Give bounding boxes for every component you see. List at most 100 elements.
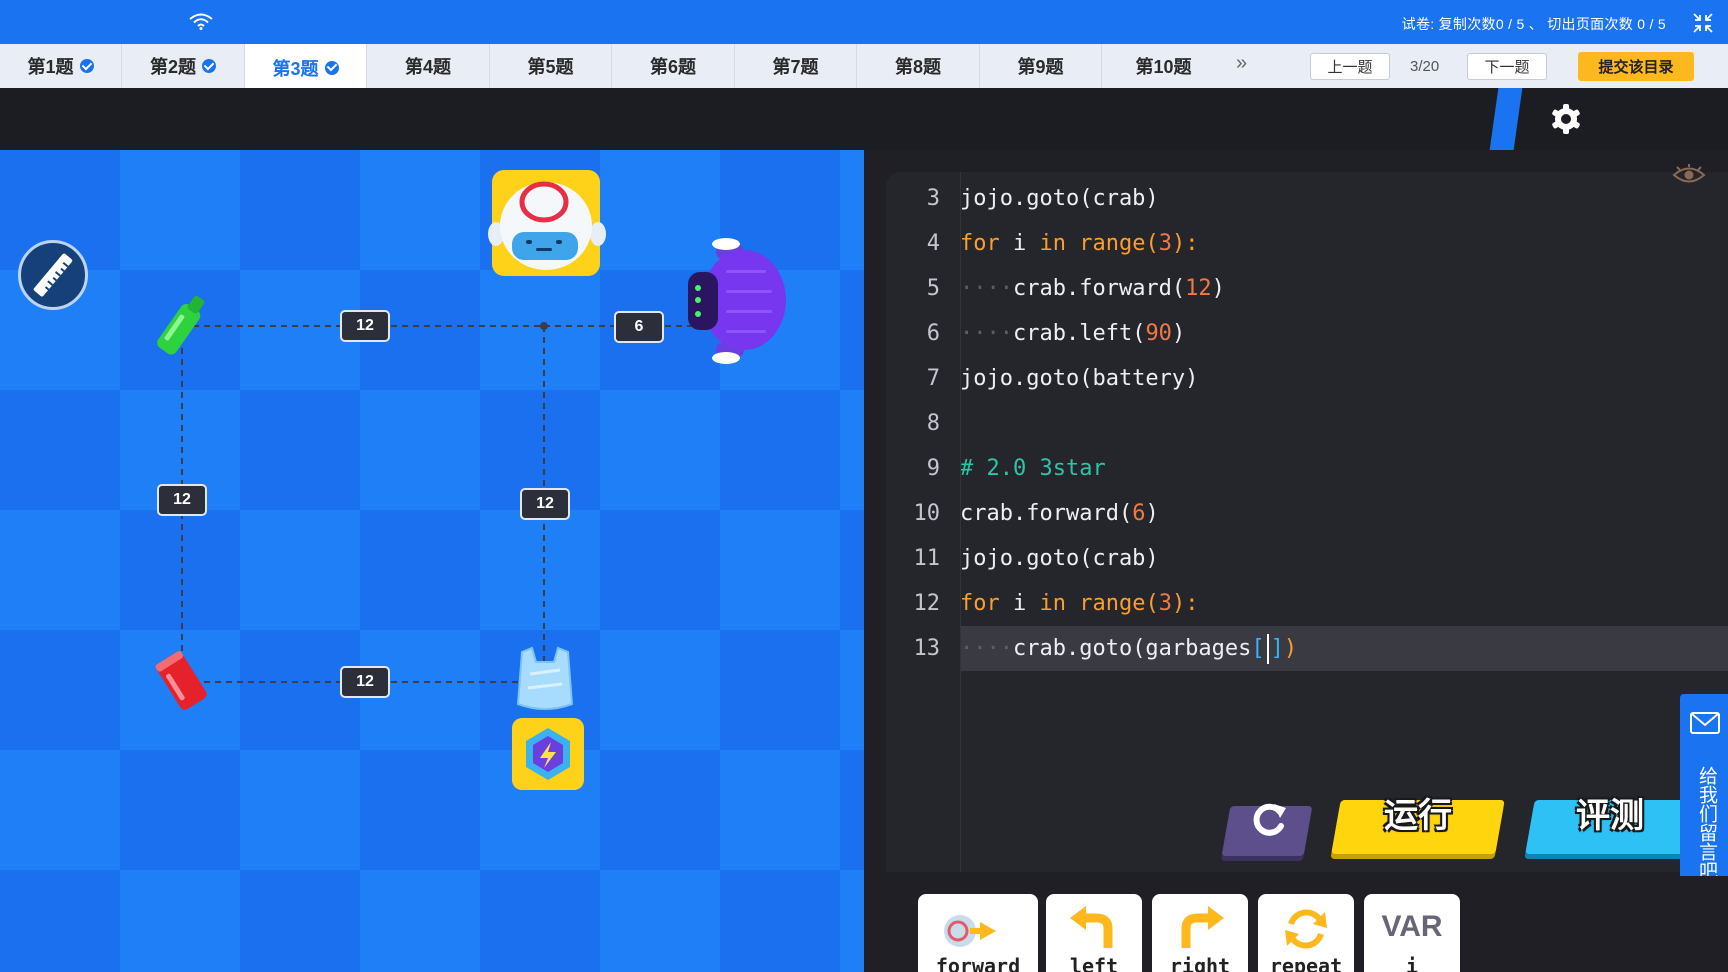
code-editor[interactable]: 3 jojo.goto(crab) 4 for i in range(3): 5… — [886, 172, 1728, 872]
line-number: 11 — [913, 546, 941, 571]
tab-label: 第5题 — [527, 57, 574, 77]
code-text: ····crab.left(90) — [960, 321, 1186, 346]
code-line[interactable]: 7 jojo.goto(battery) — [886, 356, 1728, 401]
code-comment: # 2.0 3star — [960, 456, 1106, 481]
tab-question-10[interactable]: 第10题 — [1102, 44, 1225, 88]
repeat-icon — [1285, 909, 1327, 949]
ruler-button[interactable] — [18, 240, 88, 310]
block-label: forward — [935, 954, 1021, 972]
run-button-label: 运行 — [1384, 797, 1452, 835]
distance-label: 12 — [340, 666, 390, 698]
code-line[interactable]: 12 for i in range(3): — [886, 581, 1728, 626]
tab-question-9[interactable]: 第9题 — [980, 44, 1102, 88]
tab-question-6[interactable]: 第6题 — [612, 44, 735, 88]
block-var[interactable]: VAR i — [1364, 894, 1460, 972]
game-stage: 12 6 12 12 12 — [0, 150, 864, 972]
tab-label: 第1题 — [27, 57, 74, 77]
more-tabs-button[interactable]: » — [1236, 52, 1247, 75]
tab-question-3[interactable]: 第3题 — [245, 44, 367, 91]
code-line[interactable]: 11 jojo.goto(crab) — [886, 536, 1728, 581]
eye-icon[interactable] — [1672, 164, 1706, 186]
tab-question-8[interactable]: 第8题 — [857, 44, 980, 88]
tab-label: 第2题 — [149, 57, 196, 77]
tab-label: 第3题 — [272, 58, 319, 79]
red-can-garbage — [155, 651, 207, 710]
code-text: jojo.goto(crab) — [960, 546, 1159, 571]
line-number: 13 — [913, 636, 941, 661]
block-right[interactable]: right — [1152, 894, 1248, 972]
code-line[interactable]: 4 for i in range(3): — [886, 221, 1728, 266]
code-line[interactable]: 8 — [886, 401, 1728, 446]
code-line[interactable]: 9 # 2.0 3star — [886, 446, 1728, 491]
green-bottle-garbage — [157, 295, 205, 355]
battery-sprite — [512, 718, 584, 790]
forward-icon — [944, 915, 996, 947]
distance-label: 6 — [614, 311, 664, 343]
next-question-button[interactable]: 下一题 — [1467, 53, 1547, 80]
block-repeat[interactable]: repeat — [1258, 894, 1354, 972]
code-text: crab.forward(6) — [960, 501, 1159, 526]
text-caret — [1266, 633, 1269, 664]
tab-label: 第6题 — [649, 57, 696, 77]
block-label: left — [1069, 954, 1119, 972]
block-label: i — [1405, 954, 1419, 972]
feedback-label: 给我们留言吧 — [1696, 766, 1717, 880]
code-line-current[interactable]: 13 ····crab.goto(garbages[]) — [914, 626, 1728, 671]
gear-icon[interactable] — [1550, 103, 1582, 135]
plastic-bag-garbage — [516, 646, 574, 710]
check-icon — [324, 60, 339, 75]
crab-sprite — [688, 238, 786, 364]
tab-label: 第9题 — [1017, 57, 1064, 77]
submit-section-button[interactable]: 提交该目录 — [1578, 52, 1694, 81]
line-number: 5 — [926, 276, 940, 301]
distance-label: 12 — [157, 484, 207, 516]
code-text: jojo.goto(battery) — [960, 366, 1199, 391]
distance-label: 12 — [520, 488, 570, 520]
line-number: 6 — [926, 321, 940, 346]
tab-question-7[interactable]: 第7题 — [735, 44, 857, 88]
reset-icon — [1253, 803, 1286, 836]
mail-icon — [1690, 712, 1720, 734]
code-text: for i in range(3): — [960, 231, 1199, 256]
robot-jojo-sprite — [488, 170, 606, 276]
code-line[interactable]: 10 crab.forward(6) — [886, 491, 1728, 536]
turn-right-icon — [1181, 906, 1224, 948]
line-number: 10 — [913, 501, 941, 526]
line-number: 9 — [926, 456, 940, 481]
line-number: 4 — [926, 231, 940, 256]
gutter-divider — [960, 172, 961, 872]
code-text: jojo.goto(crab) — [960, 186, 1159, 211]
distance-label: 12 — [340, 310, 390, 342]
page-indicator: 3/20 — [1410, 58, 1440, 75]
exam-info-text: 试卷: 复制次数0 / 5 、 切出页面次数 0 / 5 — [1401, 16, 1666, 32]
tab-label: 第8题 — [894, 57, 941, 77]
block-forward[interactable]: forward — [918, 894, 1038, 972]
wifi-icon — [189, 13, 213, 30]
block-label: right — [1169, 954, 1231, 972]
code-text: ····crab.forward(12) — [960, 276, 1225, 301]
judge-button-label: 评测 — [1576, 797, 1644, 835]
tab-question-2[interactable]: 第2题 — [122, 44, 245, 88]
ruler-icon — [33, 253, 73, 297]
line-number: 12 — [913, 591, 941, 616]
toolbar-dark — [0, 88, 1728, 150]
tab-label: 第10题 — [1135, 57, 1192, 77]
turn-left-icon — [1070, 906, 1113, 948]
block-left[interactable]: left — [1046, 894, 1142, 972]
code-text: ····crab.goto(garbages[]) — [960, 633, 1297, 664]
line-number: 3 — [926, 186, 940, 211]
tab-question-5[interactable]: 第5题 — [490, 44, 612, 88]
check-icon — [79, 59, 94, 73]
tab-question-1[interactable]: 第1题 — [0, 44, 122, 88]
code-text: for i in range(3): — [960, 591, 1199, 616]
code-line[interactable]: 6 ····crab.left(90) — [886, 311, 1728, 356]
block-label: repeat — [1269, 954, 1343, 972]
tab-question-4[interactable]: 第4题 — [367, 44, 490, 88]
line-number: 7 — [926, 366, 940, 391]
tab-label: 第4题 — [404, 57, 451, 77]
code-line[interactable]: 5 ····crab.forward(12) — [886, 266, 1728, 311]
var-title: VAR — [1381, 910, 1443, 943]
code-line[interactable]: 3 jojo.goto(crab) — [886, 176, 1728, 221]
collapse-icon[interactable] — [1692, 12, 1714, 34]
prev-question-button[interactable]: 上一题 — [1310, 53, 1390, 80]
